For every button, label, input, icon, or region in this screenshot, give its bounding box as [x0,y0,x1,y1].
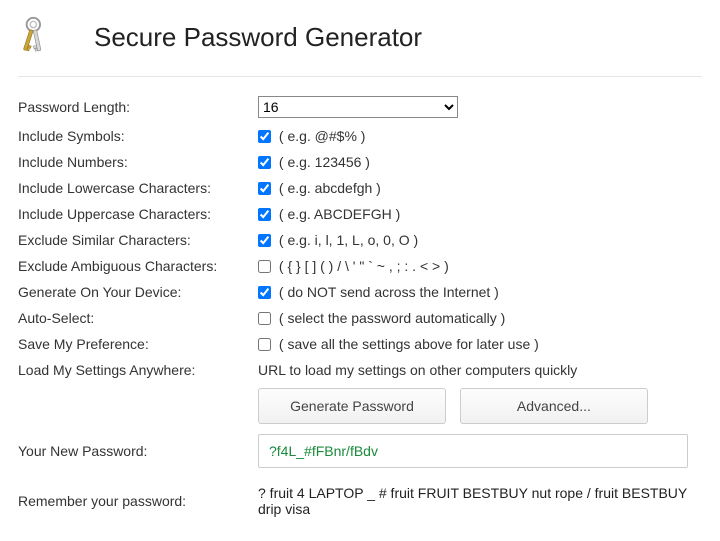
label-numbers: Include Numbers: [18,149,258,175]
helper-numbers: ( e.g. 123456 ) [279,154,370,170]
page-header: Secure Password Generator [18,10,702,77]
label-symbols: Include Symbols: [18,123,258,149]
helper-savepref: ( save all the settings above for later … [279,336,539,352]
page-title: Secure Password Generator [94,22,422,53]
include-numbers-checkbox[interactable] [258,156,271,169]
label-newpw: Your New Password: [18,429,258,473]
label-loadany: Load My Settings Anywhere: [18,357,258,383]
label-device: Generate On Your Device: [18,279,258,305]
helper-upper: ( e.g. ABCDEFGH ) [279,206,400,222]
keys-icon [18,14,64,60]
auto-select-checkbox[interactable] [258,312,271,325]
label-length: Password Length: [18,91,258,123]
label-savepref: Save My Preference: [18,331,258,357]
include-symbols-checkbox[interactable] [258,130,271,143]
label-ambiguous: Exclude Ambiguous Characters: [18,253,258,279]
label-lower: Include Lowercase Characters: [18,175,258,201]
helper-loadany: URL to load my settings on other compute… [258,362,577,378]
generate-on-device-checkbox[interactable] [258,286,271,299]
include-lowercase-checkbox[interactable] [258,182,271,195]
settings-form: Password Length: 16 Include Symbols: ( e… [18,91,702,522]
helper-device: ( do NOT send across the Internet ) [279,284,499,300]
helper-symbols: ( e.g. @#$% ) [279,128,366,144]
label-similar: Exclude Similar Characters: [18,227,258,253]
label-upper: Include Uppercase Characters: [18,201,258,227]
exclude-similar-checkbox[interactable] [258,234,271,247]
mnemonic-output: ? fruit 4 LAPTOP _ # fruit FRUIT BESTBUY… [258,485,687,517]
generate-password-button[interactable]: Generate Password [258,388,446,424]
include-uppercase-checkbox[interactable] [258,208,271,221]
label-autoselect: Auto-Select: [18,305,258,331]
password-length-select[interactable]: 16 [258,96,458,118]
helper-similar: ( e.g. i, l, 1, L, o, 0, O ) [279,232,418,248]
new-password-output[interactable] [258,434,688,468]
save-preference-checkbox[interactable] [258,338,271,351]
advanced-button[interactable]: Advanced... [460,388,648,424]
helper-lower: ( e.g. abcdefgh ) [279,180,381,196]
exclude-ambiguous-checkbox[interactable] [258,260,271,273]
helper-ambiguous: ( { } [ ] ( ) / \ ' " ` ~ , ; : . < > ) [279,258,449,274]
label-remember: Remember your password: [18,473,258,522]
helper-autoselect: ( select the password automatically ) [279,310,505,326]
